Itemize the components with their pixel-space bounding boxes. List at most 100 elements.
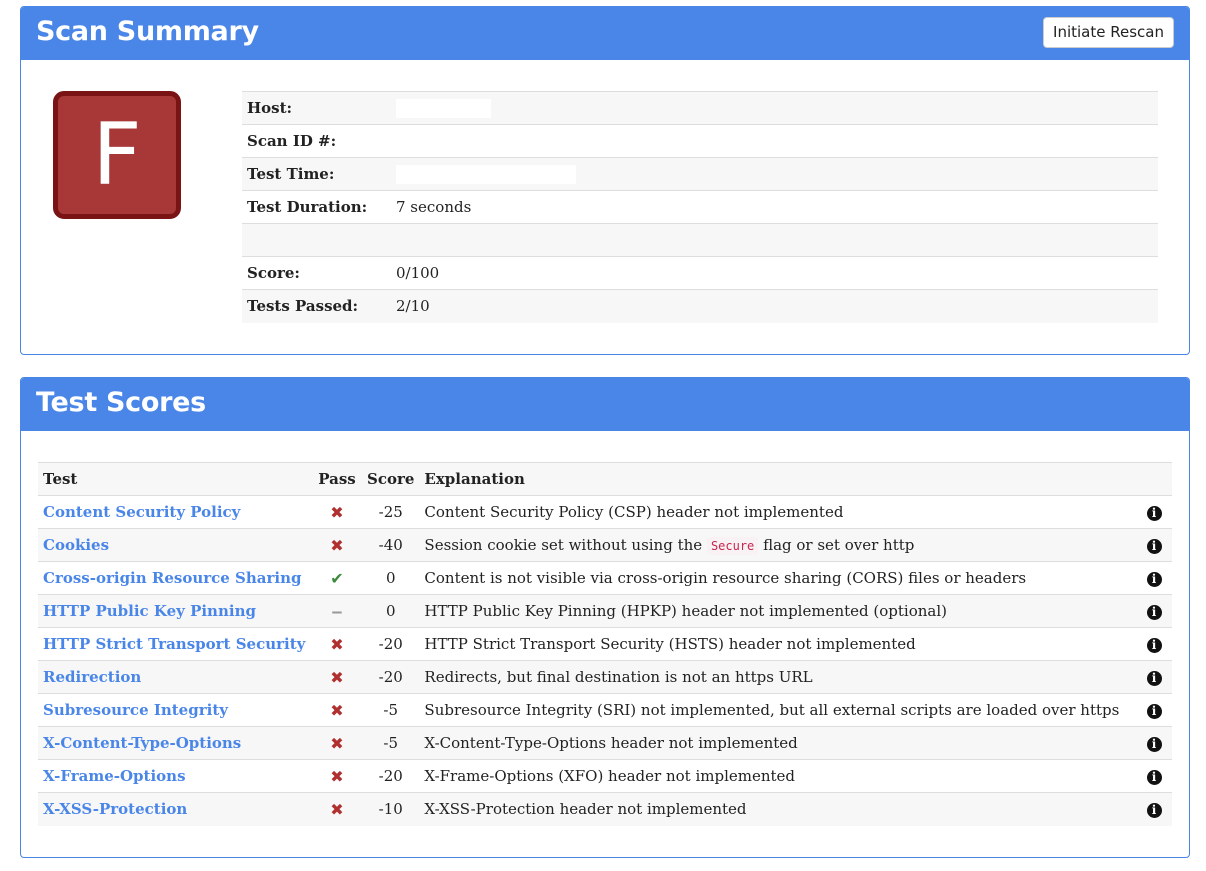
scan-summary-title: Scan Summary [36, 16, 259, 47]
pass-cell: ‒ [312, 594, 362, 628]
info-icon[interactable]: i [1146, 737, 1162, 752]
info-icon[interactable]: i [1146, 671, 1162, 686]
explanation-text: flag or set over http [758, 536, 915, 554]
test-name-cell: Content Security Policy [38, 495, 312, 529]
info-cell: i [1136, 495, 1172, 529]
score-cell: -25 [362, 495, 420, 529]
test-scores-body: Content Security Policy ✖ -25 Content Secur… [38, 495, 1172, 826]
test-name-link[interactable]: Content Security Policy [43, 503, 240, 521]
test-name-cell: X-Frame-Options [38, 759, 312, 793]
explanation-cell: Session cookie set without using the Sec… [419, 528, 1136, 562]
info-cell: i [1136, 726, 1172, 760]
info-icon[interactable]: i [1146, 803, 1162, 819]
pass-cell: ✖ [312, 660, 362, 694]
pass-cell: ✔ [312, 561, 362, 595]
info-cell: i [1136, 660, 1172, 694]
info-icon[interactable]: i [1146, 572, 1162, 587]
header-info [1136, 462, 1172, 496]
cross-icon: ✖ [330, 535, 344, 555]
scan-summary-panel: Scan Summary Initiate Rescan F Host: Sca… [20, 6, 1190, 355]
explanation-cell: Redirects, but final destination is not … [419, 660, 1136, 694]
initiate-rescan-button[interactable]: Initiate Rescan [1043, 17, 1174, 48]
header-test: Test [38, 462, 312, 496]
check-icon: ✔ [330, 568, 344, 588]
test-name-link[interactable]: HTTP Public Key Pinning [43, 602, 256, 620]
host-label: Host: [242, 91, 391, 125]
info-icon[interactable]: i [1146, 539, 1162, 554]
score-value: 0/100 [391, 256, 1158, 290]
info-icon[interactable]: i [1146, 704, 1162, 719]
grade-badge: F [53, 91, 181, 219]
test-name-link[interactable]: X-Frame-Options [43, 767, 186, 785]
test-name-cell: Redirection [38, 660, 312, 694]
pass-cell: ✖ [312, 693, 362, 727]
test-name-link[interactable]: HTTP Strict Transport Security [43, 635, 305, 653]
test-scores-header: Test Scores [21, 378, 1189, 431]
cross-icon: ✖ [330, 502, 344, 522]
test-duration-row: Test Duration: 7 seconds [242, 190, 1158, 224]
spacer-label [242, 223, 391, 257]
table-row: Cross-origin Resource Sharing ✔ 0 Content i… [38, 561, 1172, 595]
test-name-cell: Subresource Integrity [38, 693, 312, 727]
pass-cell: ✖ [312, 726, 362, 760]
host-row: Host: [242, 91, 1158, 125]
scan-id-label: Scan ID #: [242, 124, 391, 158]
scan-id-row: Scan ID #: [242, 124, 1158, 158]
table-header-row: Test Pass Score Explanation [38, 462, 1172, 496]
table-row: X-Frame-Options ✖ -20 X-Frame-Options (XFO)… [38, 759, 1172, 793]
test-time-label: Test Time: [242, 157, 391, 191]
host-value [391, 91, 1158, 125]
table-row: X-Content-Type-Options ✖ -5 X-Content-Type-… [38, 726, 1172, 760]
info-cell: i [1136, 792, 1172, 826]
header-pass: Pass [312, 462, 362, 496]
explanation-cell: X-Content-Type-Options header not implem… [419, 726, 1136, 760]
cross-icon: ✖ [330, 733, 344, 753]
explanation-text: Session cookie set without using the [424, 536, 707, 554]
test-scores-panel: Test Scores Test Pass Score Explanation … [20, 377, 1190, 858]
table-row: HTTP Public Key Pinning ‒ 0 HTTP Public Key… [38, 594, 1172, 628]
test-time-row: Test Time: [242, 157, 1158, 191]
header-explanation: Explanation [419, 462, 1136, 496]
table-row: X-XSS-Protection ✖ -10 X-XSS-Protection hea… [38, 792, 1172, 826]
test-name-link[interactable]: X-Content-Type-Options [43, 734, 241, 752]
test-name-cell: X-Content-Type-Options [38, 726, 312, 760]
info-icon[interactable]: i [1146, 605, 1162, 620]
pass-cell: ✖ [312, 495, 362, 529]
info-cell: i [1136, 759, 1172, 793]
info-icon[interactable]: i [1146, 770, 1162, 785]
explanation-cell: Subresource Integrity (SRI) not implemen… [419, 693, 1136, 727]
test-name-link[interactable]: Redirection [43, 668, 141, 686]
test-name-link[interactable]: X-XSS-Protection [43, 800, 187, 818]
test-time-value [391, 157, 1158, 191]
test-name-link[interactable]: Cross-origin Resource Sharing [43, 569, 302, 587]
test-name-link[interactable]: Cookies [43, 536, 109, 554]
spacer-value [391, 223, 1158, 257]
score-cell: -5 [362, 693, 420, 727]
table-row: Subresource Integrity ✖ -5 Subresource Inte… [38, 693, 1172, 727]
cross-icon: ✖ [330, 700, 344, 720]
test-name-link[interactable]: Subresource Integrity [43, 701, 228, 719]
cross-icon: ✖ [330, 766, 344, 786]
test-name-cell: HTTP Public Key Pinning [38, 594, 312, 628]
score-cell: -20 [362, 759, 420, 793]
scan-details-table: Host: Scan ID #: Test Time: Test Duratio… [242, 91, 1158, 323]
info-icon[interactable]: i [1146, 638, 1162, 653]
test-name-cell: HTTP Strict Transport Security [38, 627, 312, 661]
test-duration-value: 7 seconds [391, 190, 1158, 224]
explanation-cell: HTTP Public Key Pinning (HPKP) header no… [419, 594, 1136, 628]
score-cell: 0 [362, 594, 420, 628]
info-icon[interactable]: i [1146, 506, 1162, 521]
test-scores-table: Test Pass Score Explanation Content Secu… [38, 462, 1172, 826]
cross-icon: ✖ [330, 799, 344, 819]
pass-cell: ✖ [312, 627, 362, 661]
test-time-redacted [396, 164, 576, 184]
scan-summary-header: Scan Summary Initiate Rescan [21, 7, 1189, 60]
dash-icon: ‒ [331, 601, 343, 621]
score-cell: -5 [362, 726, 420, 760]
explanation-cell: Content is not visible via cross-origin … [419, 561, 1136, 595]
host-redacted [396, 98, 491, 118]
tests-passed-value: 2/10 [391, 289, 1158, 323]
test-duration-label: Test Duration: [242, 190, 391, 224]
scan-id-value [391, 124, 1158, 158]
score-cell: -10 [362, 792, 420, 826]
